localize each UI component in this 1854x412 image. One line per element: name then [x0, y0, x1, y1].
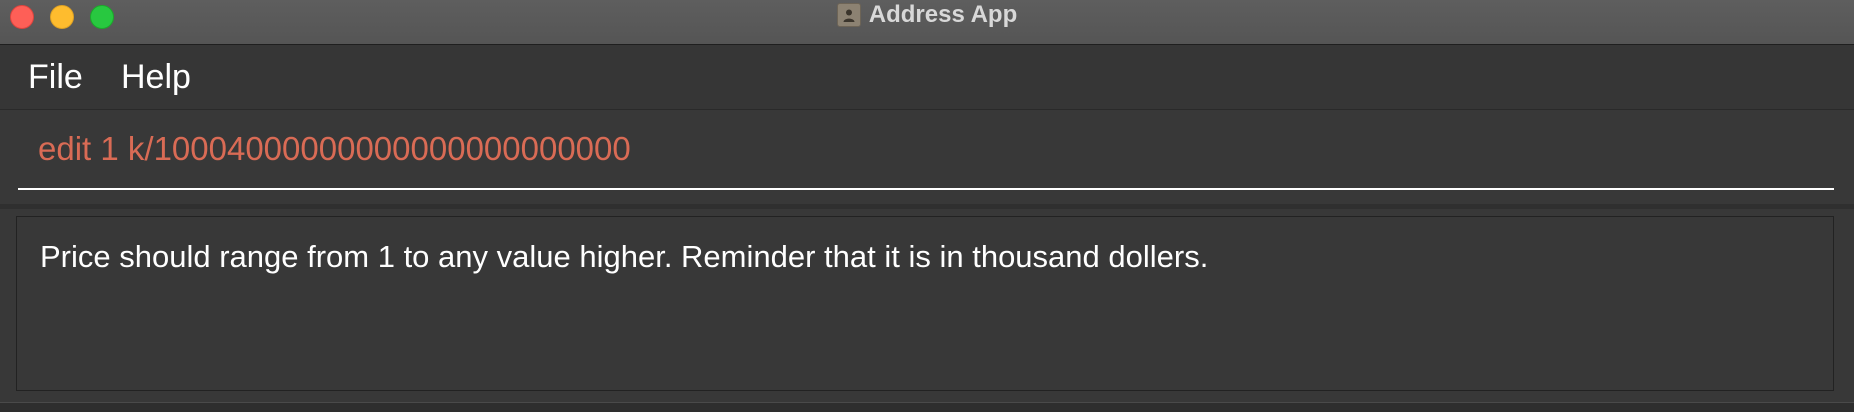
address-book-icon [836, 3, 861, 27]
app-window: Address App File Help Price should range… [0, 0, 1854, 412]
window-title-group: Address App [0, 0, 1854, 30]
menu-help[interactable]: Help [121, 57, 191, 97]
window-title: Address App [868, 1, 1018, 28]
result-display[interactable]: Price should range from 1 to any value h… [16, 216, 1834, 391]
result-display-panel: Price should range from 1 to any value h… [0, 209, 1854, 412]
menu-bar: File Help [0, 45, 1854, 110]
menu-file[interactable]: File [28, 57, 83, 97]
title-bar[interactable]: Address App [0, 0, 1854, 45]
command-box-panel [0, 110, 1854, 209]
command-input[interactable] [18, 110, 1834, 190]
result-message: Price should range from 1 to any value h… [40, 239, 1209, 274]
list-panel-edge [0, 402, 1854, 412]
